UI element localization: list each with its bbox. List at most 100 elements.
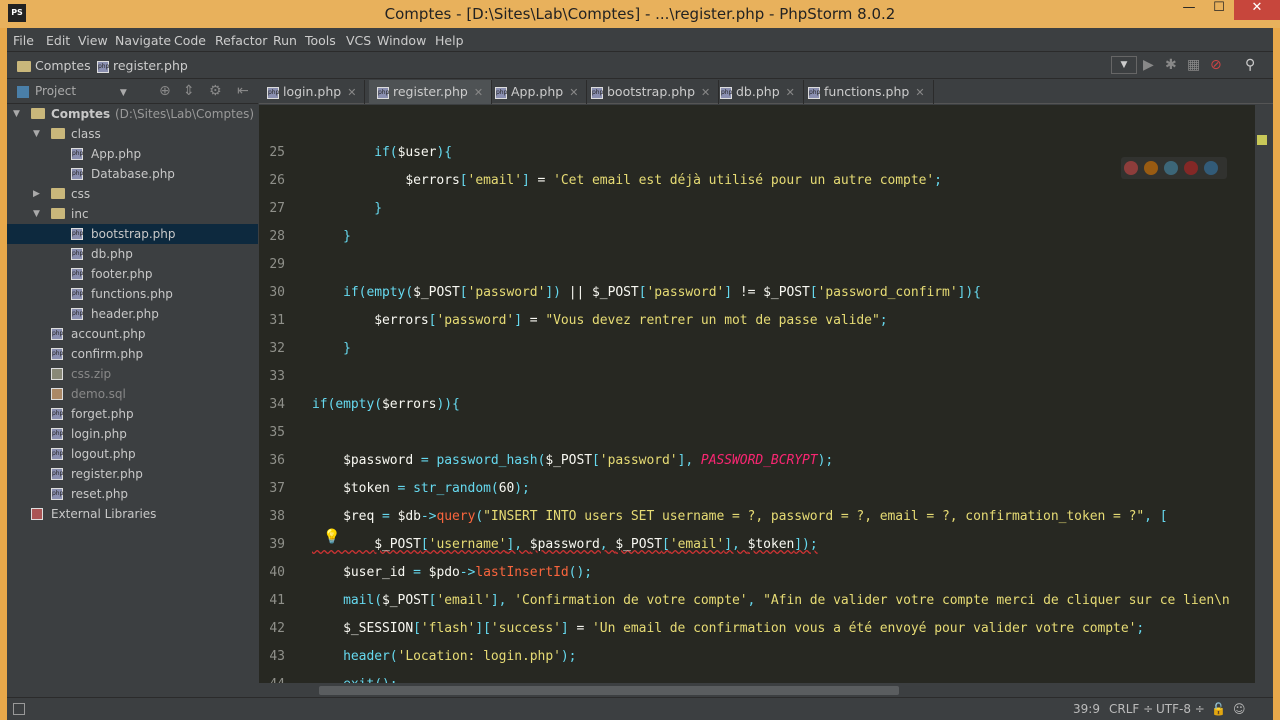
horizontal-scroll-thumb[interactable] <box>319 686 899 695</box>
tree-item[interactable]: php db.php <box>7 244 258 264</box>
menu-window[interactable]: Window <box>377 33 426 48</box>
caret-position[interactable]: 39:9 <box>1073 702 1100 716</box>
ie-icon[interactable] <box>1204 161 1218 175</box>
vertical-scrollbar[interactable] <box>1255 105 1273 697</box>
tree-item[interactable]: php header.php <box>7 304 258 324</box>
tree-item[interactable]: php functions.php <box>7 284 258 304</box>
safari-icon[interactable] <box>1164 161 1178 175</box>
tree-item[interactable]: php App.php <box>7 144 258 164</box>
tab-bootstrap[interactable]: php bootstrap.php ✕ <box>583 80 720 104</box>
tree-item[interactable]: php confirm.php <box>7 344 258 364</box>
tree-item[interactable]: css.zip <box>7 364 258 384</box>
code-line[interactable]: $user_id = $pdo->lastInsertId(); <box>312 565 592 580</box>
code-line[interactable]: $_POST['username'], $password, $_POST['e… <box>312 537 817 552</box>
file-encoding[interactable]: UTF-8 ÷ <box>1156 702 1205 716</box>
code-line[interactable]: if($user){ <box>312 145 452 160</box>
menu-refactor[interactable]: Refactor <box>215 33 267 48</box>
close-tab-icon[interactable]: ✕ <box>915 86 924 99</box>
editor-tabs: php login.php ✕ php register.php ✕ php App.php ✕… <box>259 80 1273 104</box>
code-line[interactable]: $req = $db->query("INSERT INTO users SET… <box>312 509 1167 524</box>
code-line[interactable]: if(empty($_POST['password']) || $_POST['… <box>312 285 981 300</box>
inspector-icon[interactable]: ☺ <box>1233 702 1246 716</box>
opera-icon[interactable] <box>1184 161 1198 175</box>
minimize-button[interactable]: — <box>1174 0 1204 20</box>
code-line[interactable]: $_SESSION['flash']['success'] = 'Un emai… <box>312 621 1144 636</box>
gear-icon[interactable]: ⚙ <box>209 83 222 99</box>
tree-item[interactable]: demo.sql <box>7 384 258 404</box>
tree-item[interactable]: php forget.php <box>7 404 258 424</box>
expand-arrow-icon[interactable]: ▼ <box>33 204 40 224</box>
horizontal-scrollbar[interactable] <box>259 683 1255 697</box>
firefox-icon[interactable] <box>1144 161 1158 175</box>
code-token: $errors <box>382 397 437 412</box>
run-icon[interactable]: ▶ <box>1143 57 1154 73</box>
maximize-button[interactable]: ☐ <box>1204 0 1234 20</box>
close-tab-icon[interactable]: ✕ <box>701 86 710 99</box>
tree-item[interactable]: php account.php <box>7 324 258 344</box>
code-line[interactable]: } <box>312 201 382 216</box>
toggle-tool-windows-icon[interactable] <box>13 703 25 715</box>
tab-login[interactable]: php login.php ✕ <box>259 80 366 104</box>
tree-item[interactable]: ▼ Comptes (D:\Sites\Lab\Comptes) <box>7 104 258 124</box>
tree-item[interactable]: ▼ inc <box>7 204 258 224</box>
locate-icon[interactable]: ⊕ <box>159 83 171 99</box>
tree-item[interactable]: php Database.php <box>7 164 258 184</box>
tree-item[interactable]: php bootstrap.php <box>7 224 258 244</box>
menu-run[interactable]: Run <box>273 33 297 48</box>
tree-item[interactable]: External Libraries <box>7 504 258 524</box>
project-view-selector[interactable]: Project ▼ <box>17 84 127 98</box>
code-line[interactable]: if(empty($errors)){ <box>312 397 460 412</box>
tab-functions[interactable]: php functions.php ✕ <box>800 80 934 104</box>
tree-item[interactable]: php register.php <box>7 464 258 484</box>
code-line[interactable]: $password = password_hash($_POST['passwo… <box>312 453 833 468</box>
code-editor[interactable]: 2526272829303132333435363738394041424344… <box>259 105 1255 697</box>
menu-navigate[interactable]: Navigate <box>115 33 171 48</box>
tree-item[interactable]: ▶ css <box>7 184 258 204</box>
tree-item[interactable]: php logout.php <box>7 444 258 464</box>
tree-item[interactable]: php footer.php <box>7 264 258 284</box>
code-line[interactable]: $errors['email'] = 'Cet email est déjà u… <box>312 173 942 188</box>
breadcrumb-project[interactable]: Comptes <box>17 58 91 73</box>
search-icon[interactable]: ⚲ <box>1245 57 1255 73</box>
debug-icon[interactable]: ✱ <box>1165 57 1177 73</box>
code-token: = <box>529 173 554 188</box>
code-line[interactable]: } <box>312 229 351 244</box>
menu-tools[interactable]: Tools <box>305 33 336 48</box>
close-tab-icon[interactable]: ✕ <box>569 86 578 99</box>
code-line[interactable]: $token = str_random(60); <box>312 481 530 496</box>
close-tab-icon[interactable]: ✕ <box>786 86 795 99</box>
close-button[interactable]: ✕ <box>1234 0 1280 20</box>
code-line[interactable]: header('Location: login.php'); <box>312 649 576 664</box>
collapse-icon[interactable]: ⇕ <box>183 83 195 99</box>
code-line[interactable]: } <box>312 341 351 356</box>
coverage-icon[interactable]: ▦ <box>1187 57 1200 73</box>
line-number: 27 <box>269 201 285 216</box>
menu-vcs[interactable]: VCS <box>346 33 371 48</box>
menu-edit[interactable]: Edit <box>46 33 70 48</box>
tree-item[interactable]: php login.php <box>7 424 258 444</box>
expand-arrow-icon[interactable]: ▼ <box>13 104 20 124</box>
tab-register[interactable]: php register.php ✕ <box>369 80 493 104</box>
line-separator[interactable]: CRLF ÷ <box>1109 702 1153 716</box>
close-tab-icon[interactable]: ✕ <box>347 86 356 99</box>
code-line[interactable]: $errors['password'] = "Vous devez rentre… <box>312 313 887 328</box>
tree-item[interactable]: php reset.php <box>7 484 258 504</box>
code-line[interactable]: mail($_POST['email'], 'Confirmation de v… <box>312 593 1230 608</box>
status-bar: 39:9 CRLF ÷ UTF-8 ÷ 🔓 ☺ <box>7 697 1273 720</box>
close-tab-icon[interactable]: ✕ <box>474 86 483 99</box>
chrome-icon[interactable] <box>1124 161 1138 175</box>
tab-db[interactable]: php db.php ✕ <box>712 80 804 104</box>
listen-debug-icon[interactable]: ⊘ <box>1210 57 1222 73</box>
menu-code[interactable]: Code <box>174 33 206 48</box>
tab-App[interactable]: php App.php ✕ <box>487 80 588 104</box>
expand-arrow-icon[interactable]: ▶ <box>33 184 40 204</box>
lock-icon[interactable]: 🔓 <box>1211 702 1226 716</box>
run-config-dropdown[interactable]: ▼ <box>1111 56 1137 74</box>
menu-file[interactable]: File <box>13 33 34 48</box>
breadcrumb-file[interactable]: php register.php <box>97 58 188 73</box>
expand-arrow-icon[interactable]: ▼ <box>33 124 40 144</box>
hide-panel-icon[interactable]: ⇤ <box>237 83 249 99</box>
menu-help[interactable]: Help <box>435 33 464 48</box>
tree-item[interactable]: ▼ class <box>7 124 258 144</box>
menu-view[interactable]: View <box>78 33 108 48</box>
